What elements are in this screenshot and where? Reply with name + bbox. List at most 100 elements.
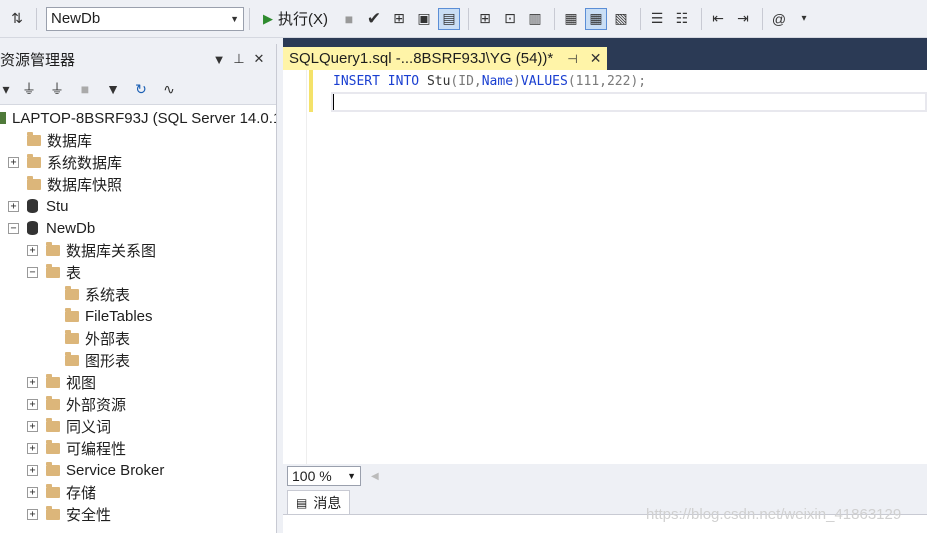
expand-icon[interactable]: + — [27, 442, 38, 454]
tab-messages[interactable]: ▤ 消息 — [287, 490, 351, 514]
expand-icon[interactable]: + — [27, 398, 38, 410]
close-icon[interactable]: ✕ — [590, 50, 602, 67]
connect-icon[interactable]: ⇅ — [6, 8, 28, 30]
tree-node-label: 系统数据库 — [47, 154, 123, 172]
query-editor[interactable]: INSERT INTO Stu(ID,Name)VALUES(111,222); — [283, 70, 927, 464]
parse-check-icon[interactable]: ✔ — [363, 8, 385, 30]
estimated-plan-icon[interactable]: ⊞ — [388, 8, 410, 30]
tab-sqlquery1[interactable]: SQLQuery1.sql -...8BSRF93J\YG (54))* ⊣ ✕ — [283, 47, 608, 70]
connect-plug-icon[interactable]: ⏚ — [18, 78, 40, 100]
expand-icon[interactable]: + — [27, 376, 38, 388]
tree-node[interactable]: + folder-icon 视图 — [27, 371, 96, 393]
watermark: https://blog.csdn.net/weixin_41863129 — [646, 506, 902, 523]
results-to-text-icon[interactable]: ▦ — [560, 8, 582, 30]
stop-icon[interactable]: ■ — [74, 78, 96, 100]
results-to-grid-icon[interactable]: ▦ — [585, 7, 607, 30]
object-explorer-header: 资源管理器 ▼ ⊥ ✕ — [0, 44, 277, 74]
indent-icon[interactable]: ⇥ — [732, 8, 754, 30]
database-select[interactable]: NewDb ▼ — [46, 6, 244, 31]
tree-node[interactable]: folder-icon 数据库快照 — [8, 173, 122, 195]
collapse-icon[interactable]: − — [8, 222, 19, 234]
scroll-left-icon[interactable]: ◀ — [371, 471, 379, 482]
specify-values-icon[interactable]: @ — [768, 8, 790, 30]
tree-node[interactable]: + folder-icon 安全性 — [27, 503, 111, 525]
pin-icon[interactable]: ⊥ — [229, 51, 249, 67]
filter-icon[interactable]: ▼ — [102, 78, 124, 100]
tree-node-label: 数据库快照 — [47, 176, 123, 194]
expand-icon[interactable]: + — [8, 200, 19, 212]
folder-icon: folder-icon — [46, 373, 60, 388]
live-stats-icon[interactable]: ⊡ — [499, 8, 521, 30]
document-tab-strip: SQLQuery1.sql -...8BSRF93J\YG (54))* ⊣ ✕ — [283, 38, 927, 70]
tree-node-label: 视图 — [66, 374, 97, 392]
tree-node[interactable]: server-icon LAPTOP-8BSRF93J (SQL Server 1… — [0, 107, 276, 129]
execute-button[interactable]: ▶ 执行(X) — [263, 8, 328, 29]
expand-icon[interactable]: + — [27, 244, 38, 256]
editor-gutter — [283, 70, 307, 464]
expand-icon[interactable]: + — [27, 508, 38, 520]
folder-icon: folder-icon — [46, 461, 60, 476]
connect-dropdown-icon[interactable]: ▾ — [0, 78, 12, 100]
activity-monitor-icon[interactable]: ∿ — [158, 78, 180, 100]
tree-node-label: FileTables — [85, 307, 153, 325]
panel-splitter[interactable] — [276, 44, 283, 533]
tree-node[interactable]: −database-icon NewDb — [8, 217, 95, 239]
folder-icon: folder-icon — [65, 351, 79, 366]
tree-node[interactable]: folder-icon FileTables — [46, 305, 153, 327]
object-explorer-title: 资源管理器 — [0, 51, 76, 69]
folder-icon: folder-icon — [65, 329, 79, 344]
expand-icon[interactable]: + — [8, 156, 19, 168]
tree-node-label: 图形表 — [85, 352, 131, 370]
tree-node[interactable]: + folder-icon 数据库关系图 — [27, 239, 156, 261]
tree-node[interactable]: folder-icon 图形表 — [46, 349, 130, 371]
folder-icon: folder-icon — [27, 175, 41, 190]
comment-icon[interactable]: ☰ — [646, 8, 668, 30]
expand-icon[interactable]: + — [27, 486, 38, 498]
table-name: Stu — [426, 74, 451, 89]
collapse-icon[interactable]: − — [27, 266, 38, 278]
tab-title: SQLQuery1.sql -...8BSRF93J\YG (54))* — [289, 50, 554, 67]
play-icon: ▶ — [263, 10, 273, 26]
expand-icon[interactable]: + — [27, 464, 38, 476]
tree-node-label: Stu — [46, 197, 69, 215]
tree-node[interactable]: + folder-icon 可编程性 — [27, 437, 126, 459]
tree-node[interactable]: + folder-icon 同义词 — [27, 415, 111, 437]
stop-icon[interactable]: ■ — [338, 8, 360, 30]
refresh-icon[interactable]: ↻ — [130, 78, 152, 100]
sqlcmd-mode-icon[interactable]: ▤ — [438, 7, 460, 30]
tree-node[interactable]: folder-icon 数据库 — [8, 129, 92, 151]
zoom-select[interactable]: 100 % ▼ — [287, 466, 361, 486]
tree-node[interactable]: + database-icon Stu — [8, 195, 69, 217]
tree-node[interactable]: + folder-icon 系统数据库 — [8, 151, 122, 173]
tree-node[interactable]: + folder-icon 存储 — [27, 481, 96, 503]
disconnect-icon[interactable]: ⏚ — [46, 78, 68, 100]
tree-node[interactable]: + folder-icon Service Broker — [27, 459, 164, 481]
folder-icon: folder-icon — [46, 483, 60, 498]
zoom-value: 100 % — [292, 468, 332, 484]
keyword-into: INTO — [387, 74, 420, 89]
dropdown-icon[interactable]: ▼ — [209, 52, 229, 67]
outdent-icon[interactable]: ⇤ — [707, 8, 729, 30]
results-to-file-icon[interactable]: ▧ — [610, 8, 632, 30]
tree-node-label: LAPTOP-8BSRF93J (SQL Server 14.0.1 — [12, 109, 276, 127]
toolbar-separator — [701, 7, 702, 30]
expand-icon[interactable]: + — [27, 420, 38, 432]
tree-node[interactable]: folder-icon 外部表 — [46, 327, 130, 349]
client-stats-icon[interactable]: ▥ — [524, 8, 546, 30]
messages-icon: ▤ — [296, 495, 308, 510]
tree-node[interactable]: + folder-icon 外部资源 — [27, 393, 126, 415]
tree-node-label: 可编程性 — [66, 440, 127, 458]
include-plan-icon[interactable]: ⊞ — [474, 8, 496, 30]
database-select-value: NewDb — [51, 10, 101, 27]
code-line-1: INSERT INTO Stu(ID,Name)VALUES(111,222); — [333, 73, 646, 91]
change-tracking-bar — [309, 70, 313, 112]
query-designer-icon[interactable]: ▣ — [413, 8, 435, 30]
tree-node[interactable]: folder-icon 系统表 — [46, 283, 130, 305]
pin-icon[interactable]: ⊣ — [567, 52, 577, 66]
toolbar-overflow-icon[interactable]: ▾ — [793, 8, 815, 30]
tree-node[interactable]: −folder-icon 表 — [27, 261, 81, 283]
uncomment-icon[interactable]: ☷ — [671, 8, 693, 30]
close-icon[interactable]: ✕ — [249, 51, 269, 67]
keyword-values: VALUES — [520, 74, 568, 89]
keyword-insert: INSERT — [333, 74, 380, 89]
